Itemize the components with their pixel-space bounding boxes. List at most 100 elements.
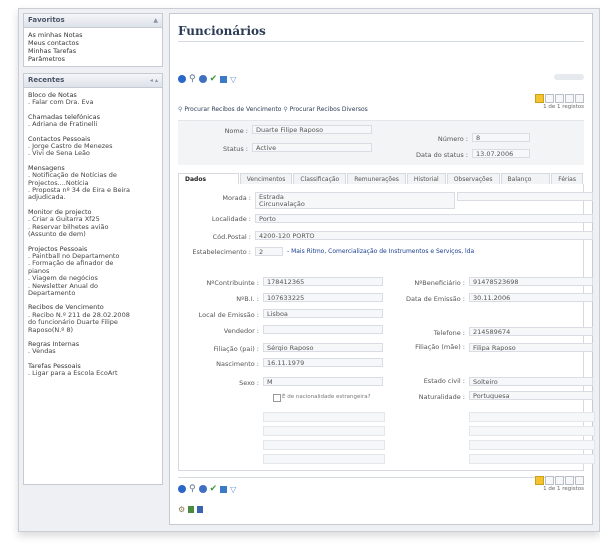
page-last-button[interactable] bbox=[565, 94, 574, 103]
recent-group: Bloco de Notas. Falar com Dra. Eva bbox=[28, 91, 158, 107]
record-toolbar: ⚲ ✔ ▽ bbox=[178, 74, 236, 84]
bi-field[interactable]: 107633225 bbox=[263, 293, 383, 302]
favoritos-title: Favoritos bbox=[28, 16, 65, 24]
new-record-icon[interactable] bbox=[178, 75, 186, 83]
save-icon[interactable]: ✔ bbox=[210, 74, 218, 84]
recent-item[interactable]: . Ligar para a Escola EcoArt bbox=[28, 369, 158, 377]
excel-icon[interactable] bbox=[188, 505, 195, 513]
nome-field[interactable]: Duarte Filipe Raposo bbox=[252, 125, 372, 134]
recent-item[interactable]: . Adriana de Fratinelli bbox=[28, 120, 158, 128]
naturalidade-field[interactable]: Portuguesa bbox=[469, 391, 593, 400]
filter-icon[interactable]: ▽ bbox=[230, 75, 236, 84]
record-toolbar-bottom: ⚲ ✔ ▽ bbox=[178, 484, 236, 494]
tab-remunera-es[interactable]: Remunerações bbox=[347, 173, 406, 184]
page-more-button[interactable] bbox=[575, 94, 584, 103]
empty-field[interactable] bbox=[263, 454, 385, 464]
fav-item[interactable]: Parâmetros bbox=[28, 55, 158, 63]
tab-observa-es[interactable]: Observações bbox=[446, 173, 500, 184]
fav-item[interactable]: Meus contactos bbox=[28, 39, 158, 47]
page-first-button[interactable] bbox=[535, 476, 544, 485]
dados-principais-form: Morada : Estrada Circunvalação Localidad… bbox=[178, 184, 595, 471]
recent-item[interactable]: Departamento bbox=[28, 289, 158, 297]
recent-item[interactable]: . Falar com Dra. Eva bbox=[28, 98, 158, 106]
local-emissao-field[interactable]: Lisboa bbox=[263, 309, 383, 318]
filiacao-pai-label: Filiação (pai) : bbox=[213, 345, 259, 353]
pager-top: 1 de 1 registos bbox=[535, 94, 584, 110]
beneficiario-field[interactable]: 91478523698 bbox=[469, 277, 593, 286]
page-more-button[interactable] bbox=[575, 476, 584, 485]
search-icon[interactable]: ⚲ bbox=[189, 74, 196, 84]
filiacao-pai-field[interactable]: Sérgio Raposo bbox=[263, 343, 383, 352]
page-next-button[interactable] bbox=[555, 476, 564, 485]
numero-field[interactable]: 8 bbox=[472, 133, 530, 142]
new-record-icon[interactable] bbox=[178, 485, 186, 493]
print-icon[interactable] bbox=[220, 75, 228, 83]
page-title: Funcionários bbox=[178, 24, 266, 38]
empty-field[interactable] bbox=[469, 426, 595, 436]
contribuinte-field[interactable]: 178412365 bbox=[263, 277, 383, 286]
recent-item[interactable]: adjudicada. bbox=[28, 194, 158, 202]
sexo-label: Sexo : bbox=[239, 379, 259, 387]
estabelecimento-name[interactable]: - Mais Ritmo, Comercialização de Instrum… bbox=[287, 248, 474, 255]
empty-field[interactable] bbox=[469, 412, 595, 422]
page-next-button[interactable] bbox=[555, 94, 564, 103]
tab-balan-o-social[interactable]: Balanço social bbox=[500, 173, 551, 194]
status-field[interactable]: Active bbox=[252, 143, 372, 152]
save-icon[interactable]: ✔ bbox=[210, 484, 218, 494]
collapse-icon[interactable]: ▲ bbox=[153, 14, 158, 27]
attach-icon[interactable]: ⚙ bbox=[178, 505, 185, 514]
search-recibos-vencimento-link[interactable]: Procurar Recibos de Vencimento bbox=[184, 106, 281, 113]
estado-civil-field[interactable]: Solteiro bbox=[469, 377, 593, 386]
data-emissao-field[interactable]: 30.11.2006 bbox=[469, 293, 593, 302]
tab-vencimentos[interactable]: Vencimentos bbox=[239, 173, 293, 184]
recent-item[interactable]: (Assunto de dem) bbox=[28, 230, 158, 238]
empty-field[interactable] bbox=[469, 454, 595, 464]
vendedor-field[interactable] bbox=[263, 325, 383, 334]
empty-field[interactable] bbox=[469, 440, 595, 450]
sexo-field[interactable]: M bbox=[263, 377, 383, 386]
empty-field[interactable] bbox=[263, 412, 385, 422]
page-prev-button[interactable] bbox=[545, 476, 554, 485]
recent-item[interactable]: Raposo(N.º 8) bbox=[28, 326, 158, 334]
tab-dados-principais[interactable]: Dados principais bbox=[178, 173, 239, 194]
word-icon[interactable] bbox=[197, 505, 204, 513]
estabelecimento-code-field[interactable]: 2 bbox=[255, 247, 283, 256]
search-icon[interactable]: ⚲ bbox=[189, 484, 196, 494]
page-last-button[interactable] bbox=[565, 476, 574, 485]
codpostal-field[interactable]: 4200-120 PORTO bbox=[255, 231, 593, 240]
morada-extra-field[interactable] bbox=[457, 192, 593, 201]
empty-field[interactable] bbox=[263, 426, 385, 436]
edit-icon[interactable] bbox=[198, 75, 207, 83]
filiacao-mae-field[interactable]: Filipa Raposo bbox=[469, 343, 593, 352]
morada-line2-field[interactable]: Circunvalação bbox=[255, 200, 455, 209]
nascimento-field[interactable]: 16.11.1979 bbox=[263, 358, 383, 367]
page-prev-button[interactable] bbox=[545, 94, 554, 103]
tab-classifica-o[interactable]: Classificação bbox=[293, 173, 347, 184]
main-panel: Funcionários ⚲ ✔ ▽ 1 de 1 registos ⚲ Pro… bbox=[169, 13, 595, 525]
data-status-field[interactable]: 13.07.2006 bbox=[472, 149, 530, 158]
progress-bar bbox=[554, 74, 584, 80]
fav-item[interactable]: Minhas Tarefas bbox=[28, 47, 158, 55]
localidade-field[interactable]: Porto bbox=[255, 214, 593, 223]
data-status-label: Data do status : bbox=[416, 151, 468, 159]
favoritos-list: As minhas Notas Meus contactos Minhas Ta… bbox=[24, 28, 162, 66]
recent-item[interactable]: . Vendas bbox=[28, 347, 158, 355]
pager-count: 1 de 1 registos bbox=[543, 104, 584, 110]
print-icon[interactable] bbox=[220, 485, 228, 493]
search-recibos-diversos-link[interactable]: Procurar Recibos Diversos bbox=[290, 106, 368, 113]
telefone-field[interactable]: 214589674 bbox=[469, 327, 593, 336]
estrangeira-checkbox[interactable] bbox=[273, 394, 281, 402]
naturalidade-label: Naturalidade : bbox=[418, 393, 465, 401]
localidade-label: Localidade : bbox=[211, 215, 251, 223]
pager-count: 1 de 1 registos bbox=[543, 486, 584, 492]
favoritos-panel: Favoritos ▲ As minhas Notas Meus contact… bbox=[23, 13, 163, 67]
empty-field[interactable] bbox=[263, 440, 385, 450]
fav-item[interactable]: As minhas Notas bbox=[28, 31, 158, 39]
recent-item[interactable]: . Vivi de Sena Leão bbox=[28, 150, 158, 158]
filter-icon[interactable]: ▽ bbox=[230, 485, 236, 494]
tab-historial[interactable]: Historial bbox=[406, 173, 446, 184]
edit-icon[interactable] bbox=[198, 485, 207, 493]
collapse-icon[interactable]: ◂ ▴ bbox=[150, 74, 158, 87]
page-first-button[interactable] bbox=[535, 94, 544, 103]
tab-f-rias[interactable]: Férias bbox=[551, 173, 583, 184]
